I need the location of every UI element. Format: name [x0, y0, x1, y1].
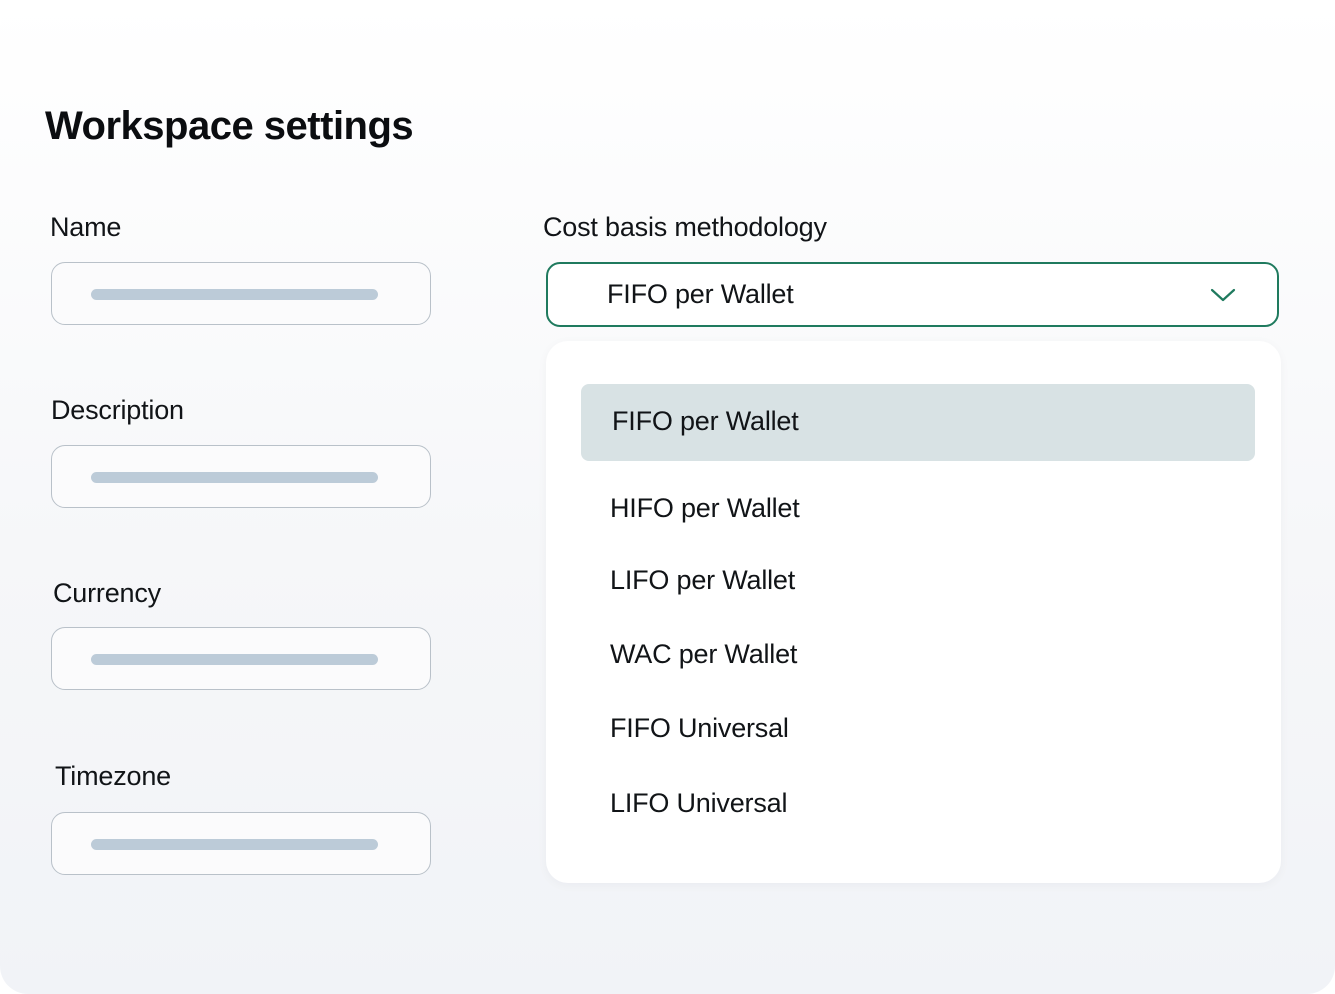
currency-placeholder-bar	[91, 654, 378, 665]
cost-basis-selected-value: FIFO per Wallet	[607, 279, 794, 309]
name-placeholder-bar	[91, 289, 378, 300]
timezone-placeholder-bar	[91, 839, 378, 850]
option-label: LIFO per Wallet	[610, 565, 796, 595]
option-label: WAC per Wallet	[610, 639, 798, 669]
chevron-down-icon[interactable]	[1209, 284, 1237, 306]
cost-basis-dropdown-menu: FIFO per Wallet HIFO per Wallet LIFO per…	[546, 341, 1281, 883]
dropdown-option-fifo-per-wallet[interactable]: FIFO per Wallet	[581, 384, 1255, 461]
timezone-input[interactable]	[51, 812, 431, 875]
workspace-settings-card: Workspace settings Name Description Curr…	[0, 0, 1335, 994]
option-label: FIFO per Wallet	[612, 406, 799, 436]
description-label: Description	[51, 395, 184, 425]
option-label: LIFO Universal	[610, 788, 788, 818]
page-title: Workspace settings	[45, 104, 414, 148]
description-placeholder-bar	[91, 472, 378, 483]
dropdown-option-fifo-universal[interactable]: FIFO Universal	[581, 691, 1255, 768]
dropdown-option-hifo-per-wallet[interactable]: HIFO per Wallet	[581, 471, 1255, 548]
currency-label: Currency	[53, 578, 161, 608]
dropdown-option-wac-per-wallet[interactable]: WAC per Wallet	[581, 617, 1255, 694]
description-input[interactable]	[51, 445, 431, 508]
name-input[interactable]	[51, 262, 431, 325]
dropdown-option-lifo-universal[interactable]: LIFO Universal	[581, 766, 1255, 843]
name-label: Name	[50, 212, 122, 242]
option-label: HIFO per Wallet	[610, 493, 800, 523]
cost-basis-label: Cost basis methodology	[543, 212, 827, 242]
timezone-label: Timezone	[55, 761, 171, 791]
currency-input[interactable]	[51, 627, 431, 690]
option-label: FIFO Universal	[610, 713, 789, 743]
dropdown-option-lifo-per-wallet[interactable]: LIFO per Wallet	[581, 543, 1255, 620]
cost-basis-select[interactable]: FIFO per Wallet	[546, 262, 1279, 327]
